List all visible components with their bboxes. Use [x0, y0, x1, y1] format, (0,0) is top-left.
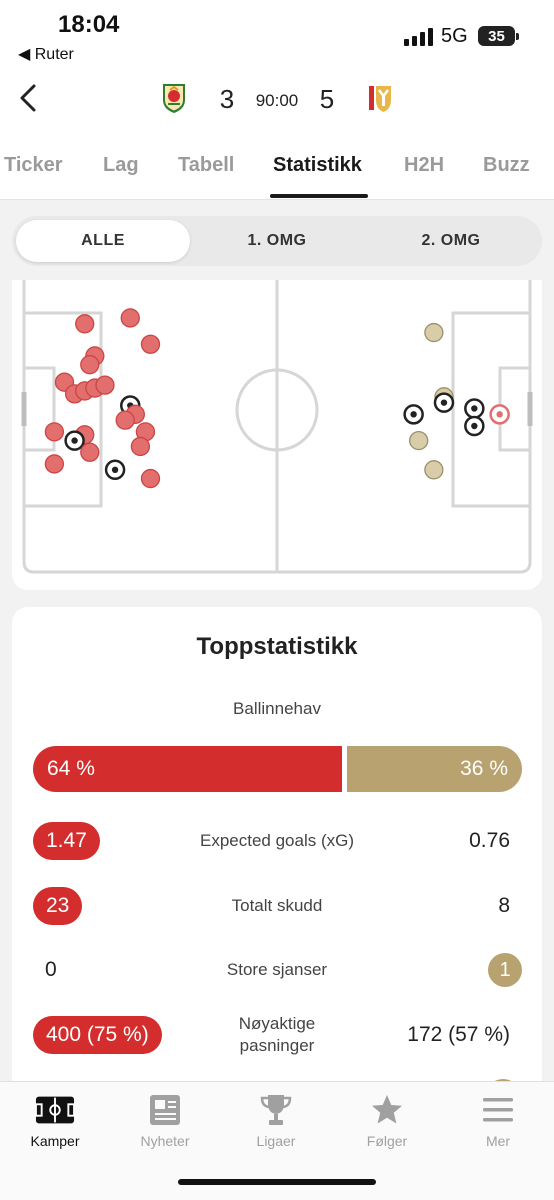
away-goal-marker	[433, 392, 455, 413]
tab-ticker[interactable]: Ticker	[4, 154, 63, 177]
home-goal-marker	[104, 459, 126, 481]
away-shot-marker	[409, 430, 429, 451]
home-goal-marker	[64, 430, 85, 451]
big-chances-home-value: 0	[45, 958, 57, 981]
signal-icon	[404, 28, 434, 46]
nav-nyheter-label: Nyheter	[140, 1133, 190, 1149]
menu-icon	[478, 1092, 518, 1128]
trophy-icon	[256, 1092, 296, 1128]
home-score: 3	[219, 84, 235, 114]
home-shot-marker	[140, 334, 161, 354]
home-shot-marker	[95, 375, 115, 395]
away-shot-marker	[424, 460, 444, 480]
stat-row-big-chances: 0 Store sjanser 1	[12, 948, 542, 992]
home-shot-marker	[130, 436, 151, 457]
stat-row-xg: 1.47 Expected goals (xG) 0.76	[12, 819, 542, 863]
chevron-left-icon	[20, 84, 36, 112]
tab-buzz[interactable]: Buzz	[483, 154, 530, 177]
wrexham-crest-icon[interactable]	[160, 82, 188, 114]
nav-mer-label: Mer	[485, 1133, 511, 1149]
possession-away-bar: 36 %	[347, 746, 522, 792]
home-shot-marker	[140, 468, 161, 489]
tab-h2h[interactable]: H2H	[404, 154, 444, 177]
stat-row-total-shots: 23 Totalt skudd 8	[12, 884, 542, 928]
big-chances-label: Store sjanser	[226, 960, 328, 979]
away-goal-marker	[403, 404, 424, 425]
away-score: 5	[319, 84, 335, 114]
away-goal-marker	[464, 415, 485, 437]
possession-home-bar: 64 %	[33, 746, 342, 792]
segment-first-half[interactable]: 1. OMG	[190, 220, 364, 262]
home-indicator	[178, 1179, 376, 1185]
away-goal-marker	[464, 398, 485, 419]
nav-ligaer-label: Ligaer	[256, 1133, 296, 1149]
tab-statistikk[interactable]: Statistikk	[273, 154, 362, 177]
tab-lag[interactable]: Lag	[103, 154, 139, 177]
stats-title: Toppstatistikk	[196, 633, 358, 660]
nav-ligaer[interactable]: Ligaer	[226, 1092, 326, 1152]
status-bar: 18:04 ◀ Ruter 5G 35	[0, 0, 554, 70]
mk-dons-crest-icon[interactable]	[366, 82, 394, 114]
home-shot-marker	[115, 410, 135, 430]
match-tabs: Ticker Lag Tabell Statistikk H2H Buzz	[0, 130, 554, 200]
active-tab-indicator	[270, 194, 368, 198]
match-clock: 90:00	[255, 91, 299, 110]
total-shots-away-value: 8	[498, 894, 510, 917]
status-time: 18:04	[58, 11, 120, 38]
nav-mer[interactable]: Mer	[448, 1092, 548, 1152]
nav-nyheter[interactable]: Nyheter	[115, 1092, 215, 1152]
xg-label: Expected goals (xG)	[199, 831, 354, 850]
newspaper-icon	[145, 1092, 185, 1128]
away-goal-marker	[489, 404, 510, 425]
passes-label: Nøyaktige pasninger	[238, 1014, 316, 1055]
home-shot-marker	[80, 355, 100, 375]
network-type: 5G	[441, 25, 468, 47]
top-stats-card: Toppstatistikk Ballinnehav 64 % 36 % 1.4…	[12, 607, 542, 1127]
segment-second-half[interactable]: 2. OMG	[364, 220, 538, 262]
possession-label: Ballinnehav	[233, 699, 321, 718]
home-shot-marker	[120, 308, 140, 328]
xg-home-value: 1.47	[33, 822, 100, 860]
back-to-app-link[interactable]: ◀ Ruter	[18, 44, 74, 64]
home-shot-marker	[80, 442, 100, 462]
pitch-icon	[35, 1092, 75, 1128]
match-header: 3 90:00 5	[0, 70, 554, 130]
segment-all[interactable]: ALLE	[16, 220, 190, 262]
xg-away-value: 0.76	[469, 829, 510, 852]
home-shot-marker	[44, 422, 65, 442]
big-chances-away-value: 1	[488, 953, 522, 987]
stat-row-accurate-passes: 400 (75 %) Nøyaktige pasninger 172 (57 %…	[12, 1012, 542, 1058]
nav-kamper[interactable]: Kamper	[5, 1092, 105, 1152]
star-icon	[367, 1092, 407, 1128]
nav-folger[interactable]: Følger	[337, 1092, 437, 1152]
nav-kamper-label: Kamper	[30, 1133, 80, 1149]
battery-icon: 35	[478, 26, 519, 46]
home-shot-marker	[44, 454, 65, 474]
passes-away-value: 172 (57 %)	[407, 1023, 510, 1046]
away-shot-marker	[424, 322, 444, 343]
possession-home-value: 64 %	[47, 757, 95, 780]
total-shots-home-value: 23	[33, 887, 83, 925]
total-shots-label: Totalt skudd	[231, 896, 323, 915]
tab-tabell[interactable]: Tabell	[178, 154, 234, 177]
shot-map-card	[12, 280, 542, 590]
period-segmented-control: ALLE 1. OMG 2. OMG	[12, 216, 542, 266]
passes-home-value: 400 (75 %)	[33, 1016, 162, 1054]
home-shot-marker	[75, 314, 95, 334]
shot-map-pitch	[21, 280, 533, 574]
nav-folger-label: Følger	[366, 1133, 408, 1149]
possession-away-value: 36 %	[460, 757, 508, 780]
battery-level: 35	[488, 27, 505, 45]
back-button[interactable]	[10, 80, 46, 116]
